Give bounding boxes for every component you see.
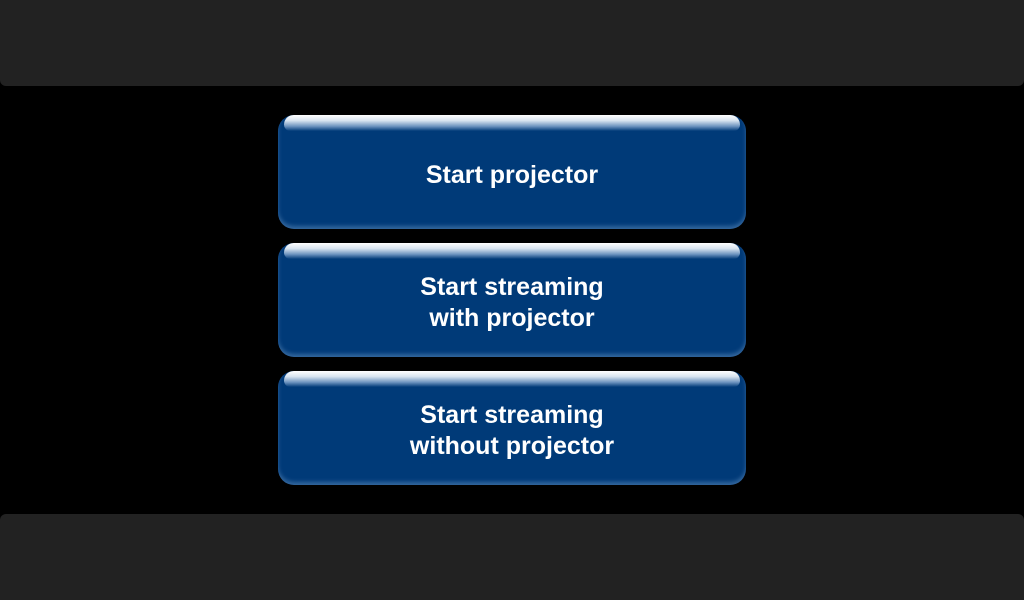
bottom-bar: [0, 514, 1024, 600]
start-projector-label: Start projector: [425, 160, 599, 189]
start-projector-button[interactable]: Start projector: [278, 115, 746, 229]
top-bar: [0, 0, 1024, 86]
action-menu: Start projector Start streaming with pro…: [278, 115, 746, 499]
screen: Start projector Start streaming with pro…: [0, 0, 1024, 600]
start-streaming-with-projector-label: Start streaming with projector: [420, 273, 604, 332]
start-streaming-with-projector-button[interactable]: Start streaming with projector: [278, 243, 746, 357]
start-streaming-without-projector-label: Start streaming without projector: [409, 401, 615, 460]
start-streaming-without-projector-button[interactable]: Start streaming without projector: [278, 371, 746, 485]
